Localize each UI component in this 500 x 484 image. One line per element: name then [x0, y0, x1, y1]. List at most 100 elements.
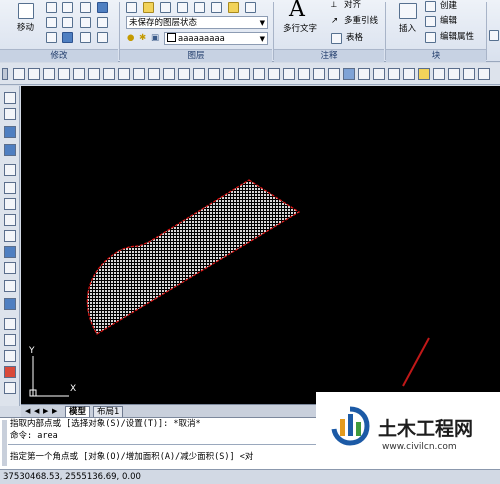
rotate-icon[interactable]: [46, 2, 57, 13]
tab-nav-next-icon[interactable]: ▶: [43, 406, 48, 417]
tab-nav-first-icon[interactable]: ◀: [25, 406, 30, 417]
arc-length-icon[interactable]: [43, 68, 55, 80]
explode-icon[interactable]: [80, 32, 91, 43]
layer-walk2-icon[interactable]: [373, 68, 385, 80]
layer-state-icon[interactable]: [143, 2, 154, 13]
text-icon[interactable]: A: [289, 0, 305, 22]
copy-icon[interactable]: [46, 17, 57, 28]
erase-tool-icon[interactable]: [4, 366, 16, 378]
fillet-icon[interactable]: [97, 2, 108, 13]
layer-freeze2-icon[interactable]: [418, 68, 430, 80]
pan-icon[interactable]: [268, 68, 280, 80]
current-layer-dropdown[interactable]: aaaaaaaaa ▼: [164, 32, 268, 45]
drawing-canvas[interactable]: Y X: [21, 86, 500, 404]
layer-properties-icon[interactable]: [126, 2, 137, 13]
align-icon[interactable]: ⟂: [331, 0, 337, 11]
polyline-icon[interactable]: [4, 126, 16, 138]
cursor-icon[interactable]: [328, 68, 340, 80]
move-label[interactable]: 移动: [17, 23, 34, 34]
boundary-icon[interactable]: [4, 350, 16, 362]
tab-nav-last-icon[interactable]: ▶: [52, 406, 57, 417]
center-mark-icon[interactable]: [223, 68, 235, 80]
viewport-icon[interactable]: ▣: [151, 33, 159, 44]
align-label[interactable]: 对齐: [344, 0, 361, 11]
offset-icon[interactable]: [97, 32, 108, 43]
multiline-text-label[interactable]: 多行文字: [283, 24, 317, 35]
layer-freeze-icon[interactable]: [211, 2, 222, 13]
scale-icon[interactable]: [80, 17, 91, 28]
point-icon[interactable]: [4, 280, 16, 292]
layer-on-icon[interactable]: [448, 68, 460, 80]
edit-block-icon[interactable]: [425, 16, 436, 27]
table-icon[interactable]: [331, 33, 342, 44]
continue-icon[interactable]: [163, 68, 175, 80]
layer-unlock-icon[interactable]: [478, 68, 490, 80]
layer-isolate-icon[interactable]: [388, 68, 400, 80]
baseline-icon[interactable]: [148, 68, 160, 80]
jog-line-icon[interactable]: [253, 68, 265, 80]
command-grip[interactable]: [2, 420, 7, 466]
layer-state-dropdown[interactable]: 未保存的图层状态 ▼: [126, 16, 268, 29]
trim-icon[interactable]: [97, 17, 108, 28]
tolerance-icon[interactable]: [208, 68, 220, 80]
tab-nav-prev-icon[interactable]: ◀: [34, 406, 39, 417]
layers-stack-icon[interactable]: [343, 68, 355, 80]
multileader-icon[interactable]: ↗: [331, 16, 338, 27]
table-label[interactable]: 表格: [346, 33, 363, 44]
zoom-icon[interactable]: [283, 68, 295, 80]
mtext-icon[interactable]: [4, 334, 16, 346]
insert-block-icon[interactable]: [399, 3, 417, 19]
sun-icon[interactable]: ✱: [139, 33, 146, 44]
quick-dim-icon[interactable]: [133, 68, 145, 80]
arc-icon[interactable]: [4, 182, 16, 194]
construction-line-icon[interactable]: [4, 108, 16, 120]
polygon-icon[interactable]: [4, 144, 16, 156]
layer-match-icon[interactable]: [160, 2, 171, 13]
create-label[interactable]: 创建: [440, 1, 457, 12]
eye-icon[interactable]: [4, 382, 16, 394]
aligned-dimension-icon[interactable]: [28, 68, 40, 80]
toolbar-grip[interactable]: [2, 68, 8, 80]
attribute-icon[interactable]: [489, 30, 499, 41]
layer-walk-icon[interactable]: [245, 2, 256, 13]
array-icon[interactable]: [62, 32, 73, 43]
layer-off2-icon[interactable]: [433, 68, 445, 80]
line-icon[interactable]: [4, 92, 16, 104]
inspect-icon[interactable]: [238, 68, 250, 80]
hatched-shape[interactable]: [86, 179, 301, 335]
command-prompt[interactable]: 指定第一个角点或 [对象(O)/增加面积(A)/减少面积(S)] <对: [10, 452, 253, 463]
layer-lock2-icon[interactable]: [463, 68, 475, 80]
region-icon[interactable]: [4, 262, 16, 274]
diameter-icon[interactable]: [103, 68, 115, 80]
insert-label[interactable]: 插入: [399, 24, 416, 35]
radius-icon[interactable]: [73, 68, 85, 80]
layer-previous-icon[interactable]: [358, 68, 370, 80]
create-block-icon[interactable]: [425, 1, 436, 12]
edit-attribute-icon[interactable]: [425, 32, 436, 43]
erase-icon[interactable]: [46, 32, 57, 43]
table-tool-icon[interactable]: [4, 318, 16, 330]
revcloud-icon[interactable]: [4, 214, 16, 226]
hatch-a-icon[interactable]: [4, 230, 16, 242]
circle-tool-icon[interactable]: [4, 198, 16, 210]
rectangle-icon[interactable]: [4, 164, 16, 176]
angular-icon[interactable]: [118, 68, 130, 80]
multileader-label[interactable]: 多重引线: [344, 16, 378, 27]
circle-icon[interactable]: [62, 2, 73, 13]
orbit-icon[interactable]: [298, 68, 310, 80]
ordinate-icon[interactable]: [58, 68, 70, 80]
linear-dimension-icon[interactable]: [13, 68, 25, 80]
move-icon[interactable]: [18, 3, 34, 19]
gradient-icon[interactable]: [4, 246, 16, 258]
move-3d-icon[interactable]: [313, 68, 325, 80]
break-icon[interactable]: [193, 68, 205, 80]
layer-lock-icon[interactable]: [228, 2, 239, 13]
space-icon[interactable]: [178, 68, 190, 80]
edit-label[interactable]: 编辑: [440, 16, 457, 27]
layer-iso-icon[interactable]: [177, 2, 188, 13]
stretch-icon[interactable]: [62, 17, 73, 28]
mirror-icon[interactable]: [80, 2, 91, 13]
block-icon[interactable]: [4, 298, 16, 310]
layer-unisolate-icon[interactable]: [403, 68, 415, 80]
lightbulb-icon[interactable]: ●: [127, 33, 134, 44]
